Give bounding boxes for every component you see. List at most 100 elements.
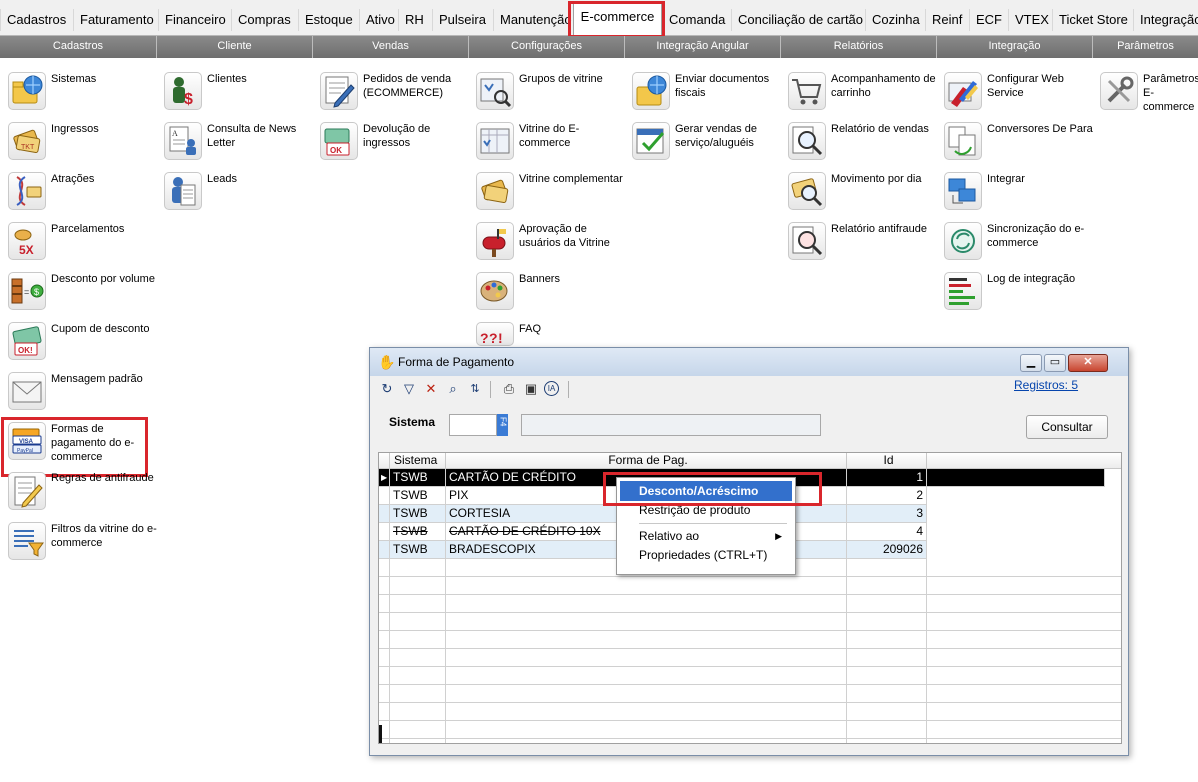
sistema-input[interactable]	[449, 414, 497, 436]
computers-icon	[944, 172, 982, 210]
menu-desconto-por-volume[interactable]: = $ Desconto por volume	[8, 272, 158, 316]
menu-clientes[interactable]: $ Clientes	[164, 72, 314, 116]
menu-gerar-vendas-servico[interactable]: Gerar vendas de serviço/aluguéis	[632, 122, 782, 166]
tab-manutencao[interactable]: Manutenção	[493, 9, 578, 31]
tab-cozinha[interactable]: Cozinha	[865, 9, 926, 31]
showcase-group-icon	[476, 72, 514, 110]
menu-item-restricao-de-produto[interactable]: Restrição de produto	[620, 500, 792, 520]
grid-vertical-scrollbar[interactable]	[379, 725, 382, 743]
menu-consulta-news-letter[interactable]: A Consulta de News Letter	[164, 122, 314, 166]
menu-pedidos-de-venda[interactable]: Pedidos de venda (ECOMMERCE)	[320, 72, 470, 116]
tab-reinf[interactable]: Reinf	[925, 9, 969, 31]
tab-rh[interactable]: RH	[398, 9, 430, 31]
toolbar-separator	[568, 381, 569, 398]
filter-list-icon	[8, 522, 46, 560]
tab-ecf[interactable]: ECF	[969, 9, 1008, 31]
installments-5x-icon: 5X	[8, 222, 46, 260]
column-header-id[interactable]: Id	[847, 453, 927, 469]
menu-integrar[interactable]: Integrar	[944, 172, 1094, 216]
sistema-label: Sistema	[389, 415, 436, 429]
menu-label: Enviar documentos fiscais	[675, 73, 770, 99]
dna-tickets-icon	[8, 172, 46, 210]
tab-integracao[interactable]: Integração	[1133, 9, 1198, 31]
menu-label: Leads	[207, 173, 237, 185]
column-header-sistema[interactable]: Sistema	[390, 453, 446, 469]
menu-ingressos[interactable]: TKT Ingressos	[8, 122, 158, 166]
menu-label: FAQ	[519, 323, 542, 335]
tab-e-commerce[interactable]: E-commerce	[573, 3, 662, 36]
row-indicator	[379, 541, 390, 559]
menu-vitrine-do-ecommerce[interactable]: Vitrine do E-commerce	[476, 122, 626, 166]
maximize-button[interactable]: ▭	[1044, 354, 1066, 372]
minimize-button[interactable]: ▁	[1020, 354, 1042, 372]
menu-atracoes[interactable]: Atrações	[8, 172, 158, 216]
menu-parametros-ecommerce[interactable]: Parâmetros E-commerce	[1100, 72, 1198, 116]
menu-vitrine-complementar[interactable]: Vitrine complementar	[476, 172, 626, 216]
menu-configurar-web-service[interactable]: Configurar Web Service	[944, 72, 1094, 116]
svg-text:TKT: TKT	[21, 144, 35, 151]
tab-ticket-store[interactable]: Ticket Store	[1052, 9, 1134, 31]
menu-devolucao-de-ingressos[interactable]: OK Devolução de ingressos	[320, 122, 470, 166]
close-button[interactable]: ✕	[1068, 354, 1108, 372]
menu-label: Desconto por volume	[51, 273, 155, 285]
menu-conversores-de-para[interactable]: Conversores De Para	[944, 122, 1094, 166]
menu-mensagem-padrao[interactable]: Mensagem padrão	[8, 372, 158, 416]
registros-link[interactable]: Registros: 5	[1014, 378, 1078, 392]
menu-label: Ingressos	[51, 123, 99, 135]
dialog-title-bar[interactable]: ✋ Forma de Pagamento ▁ ▭ ✕	[370, 348, 1128, 376]
menu-grupos-de-vitrine[interactable]: Grupos de vitrine	[476, 72, 626, 116]
tab-cadastros[interactable]: Cadastros	[0, 9, 73, 31]
web-service-icon	[944, 72, 982, 110]
menu-movimento-por-dia[interactable]: Movimento por dia	[788, 172, 938, 216]
menu-banners[interactable]: Banners	[476, 272, 626, 316]
menu-sistemas[interactable]: Sistemas	[8, 72, 158, 116]
tab-vtex[interactable]: VTEX	[1008, 9, 1055, 31]
menu-filtros-da-vitrine[interactable]: Filtros da vitrine do e-commerce	[8, 522, 158, 566]
svg-text:$: $	[34, 287, 39, 297]
refresh-icon[interactable]: ↻	[378, 380, 396, 398]
tab-ativo[interactable]: Ativo	[359, 9, 401, 31]
mailbox-icon	[476, 222, 514, 260]
menu-acompanhamento-de-carrinho[interactable]: Acompanhamento de carrinho	[788, 72, 938, 116]
tab-comanda[interactable]: Comanda	[662, 9, 732, 31]
tab-faturamento[interactable]: Faturamento	[73, 9, 160, 31]
menu-leads[interactable]: Leads	[164, 172, 314, 216]
ia-icon[interactable]: IA	[544, 381, 559, 396]
menu-item-relativo-ao[interactable]: Relativo ao ▶	[620, 526, 792, 546]
tab-financeiro[interactable]: Financeiro	[158, 9, 232, 31]
tab-compras[interactable]: Compras	[231, 9, 297, 31]
menu-enviar-documentos-fiscais[interactable]: Enviar documentos fiscais	[632, 72, 782, 116]
tab-estoque[interactable]: Estoque	[298, 9, 359, 31]
search-icon[interactable]: ⌕	[444, 380, 462, 398]
menu-label: Parâmetros E-commerce	[1143, 73, 1198, 113]
menu-label: Consulta de News Letter	[207, 123, 297, 149]
menu-label: Devolução de ingressos	[363, 123, 431, 149]
menu-item-propriedades[interactable]: Propriedades (CTRL+T)	[620, 545, 792, 565]
menu-sincronizacao-do-ecommerce[interactable]: Sincronização do e-commerce	[944, 222, 1094, 266]
menu-formas-de-pagamento[interactable]: VISA PayPal Formas de pagamento do e-comm…	[8, 422, 158, 466]
svg-text:?: ?	[489, 330, 498, 346]
clear-filter-icon[interactable]: ✕	[422, 380, 440, 398]
tab-conciliacao-de-cartao[interactable]: Conciliação de cartão	[731, 9, 870, 31]
menu-relatorio-antifraude[interactable]: Relatório antifraude	[788, 222, 938, 266]
print-icon[interactable]: ⎙	[500, 380, 518, 398]
menu-aprovacao-de-usuarios[interactable]: Aprovação de usuários da Vitrine	[476, 222, 626, 266]
toolbar-separator	[490, 381, 491, 398]
column-header-forma-de-pag[interactable]: Forma de Pag.	[446, 453, 847, 469]
menu-log-de-integracao[interactable]: Log de integração	[944, 272, 1094, 316]
menu-item-desconto-acrescimo[interactable]: Desconto/Acréscimo	[620, 481, 792, 501]
save-icon[interactable]: ▣	[522, 380, 540, 398]
menu-regras-de-antifraude[interactable]: Regras de antifraude	[8, 472, 158, 516]
sort-icon[interactable]: ⇅	[466, 380, 484, 398]
folder-globe-send-icon	[632, 72, 670, 110]
menu-label: Grupos de vitrine	[519, 73, 603, 85]
menu-relatorio-de-vendas[interactable]: Relatório de vendas	[788, 122, 938, 166]
sistema-lookup-f4-button[interactable]: F4	[497, 414, 508, 436]
cell-sistema: TSWB	[390, 523, 446, 541]
consultar-button[interactable]: Consultar	[1026, 415, 1108, 439]
menu-label: Gerar vendas de serviço/aluguéis	[675, 123, 757, 149]
filter-icon[interactable]: ▽	[400, 380, 418, 398]
menu-cupom-de-desconto[interactable]: OK! Cupom de desconto	[8, 322, 158, 366]
tab-pulseira[interactable]: Pulseira	[432, 9, 492, 31]
menu-parcelamentos[interactable]: 5X Parcelamentos	[8, 222, 158, 266]
